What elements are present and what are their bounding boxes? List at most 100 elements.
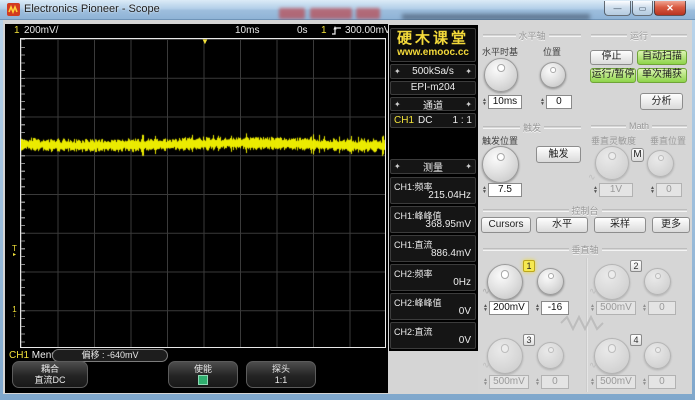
more-button[interactable]: 更多 — [652, 217, 690, 233]
spinner-down-icon[interactable]: ▼ — [590, 382, 595, 386]
horizontal-position-spinner[interactable]: ▲▼ 0 — [540, 95, 572, 109]
spinner-down-icon[interactable]: ▼ — [593, 190, 598, 194]
spinner-arrows-icon[interactable]: ▲▼ — [482, 98, 487, 106]
trigger-button[interactable]: 触发 — [536, 146, 581, 163]
spinner-arrows-icon[interactable]: ▲▼ — [483, 304, 488, 312]
ch1-offset-marker[interactable]: 1 ↓ — [9, 307, 20, 319]
math-m-button[interactable]: M — [631, 148, 644, 162]
math-position-field[interactable]: 0 — [656, 183, 682, 197]
ch4-position-spinner[interactable]: ▲▼ 0 — [642, 375, 676, 389]
maximize-button[interactable]: ▭ — [632, 1, 653, 16]
enable-checkbox[interactable] — [198, 375, 208, 385]
spinner-down-icon[interactable]: ▼ — [535, 382, 540, 386]
ch4-scale-spinner[interactable]: ▲▼ 500mV — [590, 375, 636, 389]
spinner-down-icon[interactable]: ▼ — [483, 308, 488, 312]
ch4-position-field[interactable]: 0 — [648, 375, 676, 389]
ch3-badge-button[interactable]: 3 — [523, 334, 535, 346]
spinner-arrows-icon[interactable]: ▲▼ — [590, 378, 595, 386]
ch2-position-knob[interactable] — [644, 268, 671, 295]
ch1-badge-button[interactable]: 1 — [523, 260, 535, 272]
sampling-button[interactable]: 采样 — [594, 217, 646, 233]
ch3-position-knob[interactable] — [537, 342, 564, 369]
spinner-arrows-icon[interactable]: ▲▼ — [540, 98, 545, 106]
ch1-scale-field[interactable]: 200mV — [489, 301, 529, 315]
spinner-arrows-icon[interactable]: ▲▼ — [642, 378, 647, 386]
channel-status-row[interactable]: CH1 DC 1 : 1 — [390, 113, 476, 128]
titlebar[interactable]: Electronics Pioneer - Scope — ▭ ✕ — [0, 0, 695, 20]
trigger-level-marker[interactable]: T ▸ — [9, 246, 20, 258]
math-position-spinner[interactable]: ▲▼ 0 — [650, 183, 682, 197]
spinner-down-icon[interactable]: ▼ — [540, 102, 545, 106]
ch4-position-knob[interactable] — [644, 342, 671, 369]
spinner-arrows-icon[interactable]: ▲▼ — [535, 304, 540, 312]
spinner-arrows-icon[interactable]: ▲▼ — [535, 378, 540, 386]
ch4-scale-knob[interactable] — [594, 338, 630, 374]
spinner-down-icon[interactable]: ▼ — [535, 308, 540, 312]
coupling-button[interactable]: 耦合 直流DC — [12, 361, 88, 388]
left-diamond-icon[interactable]: ✦ — [394, 67, 401, 76]
time-offset-readout: 0s — [297, 25, 308, 36]
spinner-arrows-icon[interactable]: ▲▼ — [650, 186, 655, 194]
math-sensitivity-knob[interactable] — [595, 146, 629, 180]
scope-display[interactable]: ▼ — [20, 38, 386, 348]
spinner-arrows-icon[interactable]: ▲▼ — [590, 304, 595, 312]
math-sensitivity-spinner[interactable]: ▲▼ 1V — [593, 183, 633, 197]
trigger-position-knob[interactable] — [482, 146, 519, 183]
stop-button[interactable]: 停止 — [590, 50, 633, 65]
ch3-position-spinner[interactable]: ▲▼ 0 — [535, 375, 569, 389]
trigger-position-marker[interactable]: ▼ — [201, 38, 209, 46]
ch4-badge-button[interactable]: 4 — [630, 334, 642, 346]
ch2-scale-knob[interactable] — [594, 264, 630, 300]
spinner-down-icon[interactable]: ▼ — [483, 382, 488, 386]
spinner-down-icon[interactable]: ▼ — [642, 382, 647, 386]
spinner-down-icon[interactable]: ▼ — [650, 190, 655, 194]
ch2-position-field[interactable]: 0 — [648, 301, 676, 315]
spinner-down-icon[interactable]: ▼ — [482, 102, 487, 106]
enable-button[interactable]: 使能 — [168, 361, 238, 388]
run-pause-button[interactable]: 运行/暂停 — [590, 68, 636, 83]
minimize-button[interactable]: — — [604, 1, 631, 16]
trigger-position-field[interactable]: 7.5 — [488, 183, 522, 197]
ch3-scale-knob[interactable] — [487, 338, 523, 374]
left-diamond-icon[interactable]: ✦ — [394, 100, 401, 109]
cursors-button[interactable]: Cursors — [481, 217, 531, 233]
horizontal-menu-button[interactable]: 水平 — [536, 217, 588, 233]
ch2-badge-button[interactable]: 2 — [630, 260, 642, 272]
timebase-knob[interactable] — [484, 58, 518, 92]
horizontal-position-knob[interactable] — [540, 62, 566, 88]
ch3-scale-field[interactable]: 500mV — [489, 375, 529, 389]
ch3-position-field[interactable]: 0 — [541, 375, 569, 389]
close-button[interactable]: ✕ — [654, 1, 686, 16]
spinner-arrows-icon[interactable]: ▲▼ — [483, 378, 488, 386]
ch2-scale-spinner[interactable]: ▲▼ 500mV — [590, 301, 636, 315]
ch1-scale-spinner[interactable]: ▲▼ 200mV — [483, 301, 529, 315]
spinner-down-icon[interactable]: ▼ — [482, 190, 487, 194]
spinner-down-icon[interactable]: ▼ — [642, 308, 647, 312]
timebase-field[interactable]: 10ms — [488, 95, 522, 109]
math-sensitivity-field[interactable]: 1V — [599, 183, 633, 197]
ch2-position-spinner[interactable]: ▲▼ 0 — [642, 301, 676, 315]
left-diamond-icon[interactable]: ✦ — [394, 162, 401, 171]
right-diamond-icon[interactable]: ✦ — [465, 67, 472, 76]
timebase-spinner[interactable]: ▲▼ 10ms — [482, 95, 522, 109]
ch4-scale-field[interactable]: 500mV — [596, 375, 636, 389]
probe-button[interactable]: 探头 1:1 — [246, 361, 316, 388]
ch2-scale-field[interactable]: 500mV — [596, 301, 636, 315]
spinner-arrows-icon[interactable]: ▲▼ — [593, 186, 598, 194]
ch3-scale-spinner[interactable]: ▲▼ 500mV — [483, 375, 529, 389]
ch1-scale-knob[interactable] — [487, 264, 523, 300]
right-diamond-icon[interactable]: ✦ — [465, 100, 472, 109]
spinner-arrows-icon[interactable]: ▲▼ — [642, 304, 647, 312]
trigger-position-spinner[interactable]: ▲▼ 7.5 — [482, 183, 522, 197]
auto-scan-button[interactable]: 自动扫描 — [637, 50, 687, 65]
analyze-button[interactable]: 分析 — [640, 93, 683, 110]
single-capture-button[interactable]: 单次捕获 — [637, 68, 687, 83]
ch1-position-spinner[interactable]: ▲▼ -16 — [535, 301, 569, 315]
ch1-position-knob[interactable] — [537, 268, 564, 295]
right-diamond-icon[interactable]: ✦ — [465, 162, 472, 171]
spinner-down-icon[interactable]: ▼ — [590, 308, 595, 312]
horizontal-position-field[interactable]: 0 — [546, 95, 572, 109]
math-position-knob[interactable] — [647, 150, 674, 177]
ch1-position-field[interactable]: -16 — [541, 301, 569, 315]
spinner-arrows-icon[interactable]: ▲▼ — [482, 186, 487, 194]
